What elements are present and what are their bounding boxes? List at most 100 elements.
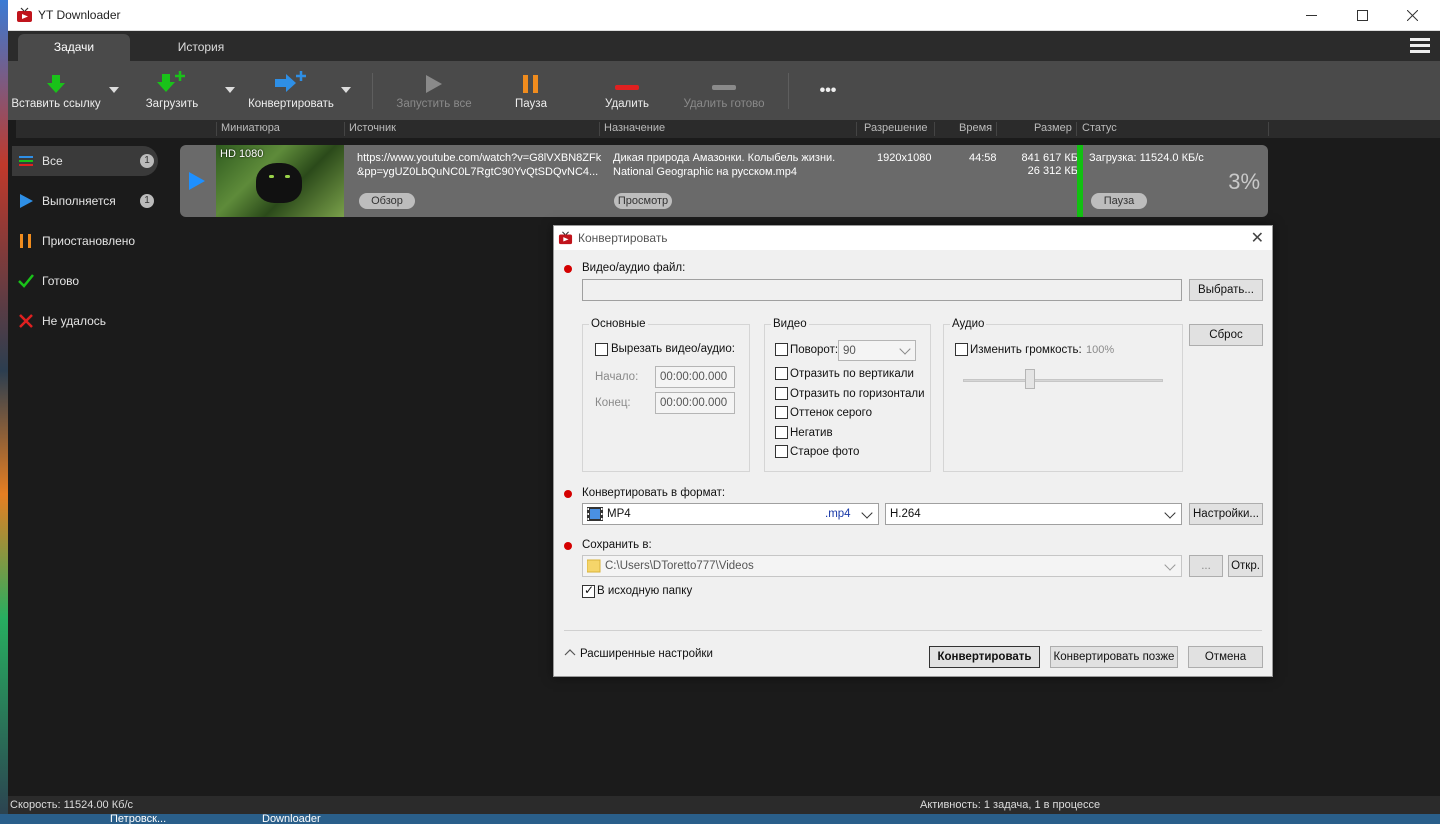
taskbar-item-left[interactable]: Петровск... <box>110 814 166 824</box>
task-pause-button[interactable]: Пауза <box>1091 193 1147 209</box>
sidebar-item-done[interactable]: Готово <box>12 266 158 296</box>
col-time[interactable]: Время <box>959 122 992 134</box>
video-group: Видео Поворот: 90 Отразить по вертикали … <box>764 318 931 472</box>
preview-button[interactable]: Просмотр <box>614 193 672 209</box>
flip-vertical-checkbox[interactable] <box>775 367 788 380</box>
format-extension: .mp4 <box>825 508 851 520</box>
audio-group-title: Аудио <box>950 318 987 330</box>
sidebar-item-failed[interactable]: Не удалось <box>12 306 158 336</box>
maximize-icon <box>1356 10 1368 21</box>
download-speed: Скорость: 11524.00 Кб/с <box>10 799 133 811</box>
flip-vertical-label: Отразить по вертикали <box>790 368 914 380</box>
col-destination[interactable]: Назначение <box>604 122 665 134</box>
more-button[interactable]: ••• <box>806 61 850 120</box>
paste-arrow-down-icon <box>47 75 65 93</box>
taskbar-item-downloader[interactable]: Downloader <box>262 814 321 824</box>
volume-value: 100% <box>1086 344 1115 356</box>
col-resolution[interactable]: Разрешение <box>864 122 928 134</box>
dialog-close-icon[interactable]: ✕ <box>1251 228 1264 248</box>
sidebar-item-paused[interactable]: Приостановлено <box>12 226 158 256</box>
format-value: MP4 <box>607 508 631 520</box>
task-row[interactable]: HD 1080 https://www.youtube.com/watch?v=… <box>180 145 1268 217</box>
volume-slider-track[interactable] <box>963 379 1163 382</box>
source-folder-label: В исходную папку <box>597 585 693 597</box>
reset-button[interactable]: Сброс <box>1189 324 1263 346</box>
save-path-input[interactable]: C:\Users\DToretto777\Videos <box>582 555 1182 577</box>
format-select[interactable]: MP4 .mp4 <box>582 503 879 525</box>
grayscale-checkbox[interactable] <box>775 406 788 419</box>
minus-gray-icon <box>712 85 736 90</box>
paste-link-button[interactable]: Вставить ссылку <box>8 61 104 120</box>
browse-source-button[interactable]: Обзор <box>359 193 415 209</box>
menu-icon[interactable] <box>1410 38 1430 54</box>
close-icon <box>1406 10 1418 21</box>
video-thumbnail[interactable]: HD 1080 <box>216 145 344 217</box>
convert-dropdown-arrow[interactable] <box>341 87 351 93</box>
desktop-background <box>0 0 8 824</box>
tab-bar: Задачи История <box>8 31 1440 61</box>
download-label: Загрузить <box>145 98 199 110</box>
convert-now-button[interactable]: Конвертировать <box>929 646 1040 668</box>
status-text: Загрузка: 11524.0 КБ/с <box>1089 152 1204 164</box>
chevron-up-icon[interactable] <box>564 648 576 656</box>
activity-status: Активность: 1 задача, 1 в процессе <box>920 799 1101 811</box>
chevron-down-icon <box>899 343 911 355</box>
cut-checkbox[interactable] <box>595 343 608 356</box>
folder-icon <box>587 559 601 573</box>
convert-button[interactable]: Конвертировать <box>240 61 342 120</box>
pause-label: Пауза <box>515 98 547 110</box>
source-url-line2: &pp=ygUZ0LbQuNC0L7RgtC90YvQtSDQvNC4... <box>357 166 599 178</box>
start-all-button[interactable]: Запустить все <box>388 61 480 120</box>
start-time-input[interactable]: 00:00:00.000 <box>655 366 735 388</box>
sidebar-item-label: Все <box>42 154 63 168</box>
delete-button[interactable]: Удалить <box>594 61 660 120</box>
sidebar-item-all[interactable]: Все 1 <box>12 146 158 176</box>
sidebar-item-running[interactable]: Выполняется 1 <box>12 186 158 216</box>
convert-later-button[interactable]: Конвертировать позже <box>1050 646 1178 668</box>
maximize-button[interactable] <box>1339 0 1385 31</box>
minimize-button[interactable] <box>1288 0 1334 31</box>
convert-label: Конвертировать <box>248 98 334 110</box>
choose-file-button[interactable]: Выбрать... <box>1189 279 1263 301</box>
paste-dropdown-arrow[interactable] <box>109 87 119 93</box>
delete-done-button[interactable]: Удалить готово <box>674 61 774 120</box>
volume-checkbox[interactable] <box>955 343 968 356</box>
sidebar-item-label: Не удалось <box>42 314 107 328</box>
toolbar-separator <box>788 73 789 109</box>
codec-select[interactable]: H.264 <box>885 503 1182 525</box>
running-play-icon <box>189 172 205 190</box>
col-thumbnail[interactable]: Миниатюра <box>221 122 280 134</box>
close-button[interactable] <box>1389 0 1435 31</box>
download-plus-icon <box>157 71 185 92</box>
rotate-select[interactable]: 90 <box>838 340 916 361</box>
end-time-input[interactable]: 00:00:00.000 <box>655 392 735 414</box>
download-button[interactable]: Загрузить <box>132 61 212 120</box>
browse-folder-button[interactable]: ... <box>1189 555 1223 577</box>
paste-link-label: Вставить ссылку <box>11 98 101 110</box>
rotate-checkbox[interactable] <box>775 343 788 356</box>
source-folder-checkbox[interactable] <box>582 583 595 598</box>
flip-horizontal-checkbox[interactable] <box>775 387 788 400</box>
file-label: Видео/аудио файл: <box>582 262 686 274</box>
col-size[interactable]: Размер <box>1034 122 1072 134</box>
download-dropdown-arrow[interactable] <box>225 87 235 93</box>
col-source[interactable]: Источник <box>349 122 396 134</box>
cancel-button[interactable]: Отмена <box>1188 646 1263 668</box>
file-input[interactable] <box>582 279 1182 301</box>
old-photo-checkbox[interactable] <box>775 445 788 458</box>
advanced-settings-link[interactable]: Расширенные настройки <box>580 648 713 660</box>
settings-button[interactable]: Настройки... <box>1189 503 1263 525</box>
negative-checkbox[interactable] <box>775 426 788 439</box>
resolution-value: 1920x1080 <box>877 152 932 164</box>
app-logo-icon <box>558 231 573 245</box>
chevron-down-icon <box>1164 507 1176 519</box>
play-icon <box>426 75 442 93</box>
col-status[interactable]: Статус <box>1082 122 1117 134</box>
tab-tasks[interactable]: Задачи <box>18 34 130 61</box>
pause-button[interactable]: Пауза <box>498 61 564 120</box>
list-icon <box>19 156 33 166</box>
tab-history[interactable]: История <box>145 34 257 61</box>
progress-bar <box>1077 145 1083 217</box>
volume-slider-thumb[interactable] <box>1025 369 1035 389</box>
open-folder-button[interactable]: Откр. <box>1228 555 1263 577</box>
